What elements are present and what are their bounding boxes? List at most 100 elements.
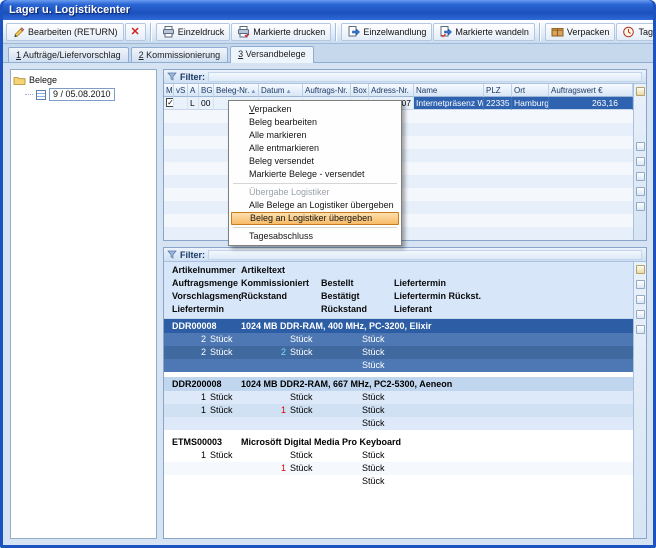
article-item[interactable]: ETMS00003 Microsöft Digital Media Pro Ke… xyxy=(164,435,633,488)
top-filter-field[interactable] xyxy=(208,72,642,82)
top-filter-bar[interactable]: Filter: xyxy=(164,70,646,84)
menu-item-beleg-versendet[interactable]: Beleg versendet xyxy=(231,155,399,168)
hdr-artikelnummer: Artikelnummer xyxy=(172,264,241,277)
package-box-icon xyxy=(551,26,564,37)
cell-bg: 00 xyxy=(199,97,214,110)
hdr-lieferant: Lieferant xyxy=(394,303,633,316)
menu-item-markierte-belege-versendet[interactable]: Markierte Belege - versendet xyxy=(231,168,399,181)
grid-tool-icon[interactable] xyxy=(636,202,645,211)
menu-item-alle-belege-an-logistiker[interactable]: Alle Belege an Logistiker übergeben xyxy=(231,199,399,212)
article-item[interactable]: DDR00008 1024 MB DDR-RAM, 400 MHz, PC-32… xyxy=(164,319,633,372)
col-adress-nr[interactable]: Adress-Nr. xyxy=(369,84,414,97)
col-datum[interactable]: Datum▲ xyxy=(259,84,303,97)
print-marked-label: Markierte drucken xyxy=(253,27,325,37)
col-auftrags-nr[interactable]: Auftrags-Nr.▲ xyxy=(303,84,351,97)
hdr-rueckstand2: Rückstand xyxy=(321,303,394,316)
grid-tool-icon[interactable] xyxy=(636,187,645,196)
hdr-kommissioniert: Kommissioniert xyxy=(241,277,321,290)
article-data-row[interactable]: 1Stück 1Stück Stück xyxy=(164,404,633,417)
menu-item-tagesabschluss[interactable]: Tagesabschluss xyxy=(231,230,399,243)
tree-child-label: 9 / 05.08.2010 xyxy=(49,88,115,101)
col-box[interactable]: Box xyxy=(351,84,369,97)
top-grid-header: M vS A BG Beleg-Nr.▲ Datum▲ Auftrags-Nr.… xyxy=(164,84,633,97)
article-data-row[interactable]: 1Stück Stück Stück xyxy=(164,391,633,404)
article-title-row[interactable]: DDR00008 1024 MB DDR-RAM, 400 MHz, PC-32… xyxy=(164,319,633,333)
article-text: 1024 MB DDR-RAM, 400 MHz, PC-3200, Elixi… xyxy=(241,319,633,333)
col-vs[interactable]: vS xyxy=(174,84,188,97)
grid-tool-icon[interactable] xyxy=(636,142,645,151)
grid-tool-icon[interactable] xyxy=(636,157,645,166)
article-number: DDR200008 xyxy=(172,377,241,391)
grid-customize-icon[interactable] xyxy=(636,87,645,96)
menu-item-alle-markieren[interactable]: Alle markieren xyxy=(231,129,399,142)
menu-item-beleg-bearbeiten[interactable]: Beleg bearbeiten xyxy=(231,116,399,129)
tree-node-document-9[interactable]: 9 / 05.08.2010 xyxy=(25,88,154,101)
col-m[interactable]: M xyxy=(164,84,174,97)
tab-kommissionierung[interactable]: 2 Kommissionierung xyxy=(131,47,229,62)
col-name[interactable]: Name xyxy=(414,84,484,97)
article-data-row[interactable]: Stück xyxy=(164,359,633,372)
menu-item-verpacken[interactable]: Verpacken xyxy=(231,103,399,116)
tree-node-belege[interactable]: Belege xyxy=(13,73,154,86)
convert-marked-button[interactable]: Markierte wandeln xyxy=(433,23,535,41)
edit-button[interactable]: Bearbeiten (RETURN) xyxy=(6,23,124,41)
col-bg[interactable]: BG xyxy=(199,84,214,97)
article-text: Microsöft Digital Media Pro Keyboard xyxy=(241,435,633,449)
article-number: DDR00008 xyxy=(172,319,241,333)
convert-marked-icon xyxy=(439,26,452,38)
hdr-liefertermin2: Liefertermin xyxy=(172,303,241,316)
article-title-row[interactable]: DDR200008 1024 MB DDR2-RAM, 667 MHz, PC2… xyxy=(164,377,633,391)
title-bar[interactable]: Lager u. Logistikcenter xyxy=(3,0,653,20)
col-a[interactable]: A xyxy=(188,84,199,97)
folder-icon xyxy=(13,75,26,85)
menu-item-beleg-an-logistiker[interactable]: Beleg an Logistiker übergeben xyxy=(231,212,399,225)
col-auftragswert[interactable]: Auftragswert € xyxy=(549,84,633,97)
delete-button[interactable]: ✕ xyxy=(125,23,146,41)
window-title: Lager u. Logistikcenter xyxy=(9,4,130,16)
grid-tool-icon[interactable] xyxy=(636,295,645,304)
document-tree: Belege 9 / 05.08.2010 xyxy=(10,69,157,539)
single-print-button[interactable]: Einzeldruck xyxy=(156,23,231,41)
delete-x-icon: ✕ xyxy=(131,27,140,37)
hdr-artikeltext: Artikeltext xyxy=(241,264,321,277)
grid-tool-icon[interactable] xyxy=(636,280,645,289)
day-closing-label: Tagesabschluss xyxy=(638,27,653,37)
article-data-row[interactable]: 1Stück Stück xyxy=(164,462,633,475)
grid-customize-icon[interactable] xyxy=(636,265,645,274)
tab-versandbelege[interactable]: 3 Versandbelege xyxy=(230,46,314,63)
article-data-row[interactable]: 1Stück Stück Stück xyxy=(164,449,633,462)
single-convert-button[interactable]: Einzelwandlung xyxy=(341,23,432,41)
pack-button[interactable]: Verpacken xyxy=(545,23,616,41)
article-item[interactable]: DDR200008 1024 MB DDR2-RAM, 667 MHz, PC2… xyxy=(164,377,633,430)
bottom-filter-bar[interactable]: Filter: xyxy=(164,248,646,262)
day-closing-button[interactable]: Tagesabschluss xyxy=(616,23,653,41)
print-marked-button[interactable]: Markierte drucken xyxy=(231,23,331,41)
cell-ort: Hamburg xyxy=(512,97,549,110)
convert-document-icon xyxy=(347,26,360,38)
hdr-liefertermin: Liefertermin xyxy=(394,277,633,290)
col-ort[interactable]: Ort xyxy=(512,84,549,97)
tab-auftraege-liefervorschlag[interactable]: 1 Aufträge/Liefervorschlag xyxy=(8,47,129,62)
col-beleg-nr[interactable]: Beleg-Nr.▲ xyxy=(214,84,259,97)
article-data-row[interactable]: 2Stück 2Stück Stück xyxy=(164,346,633,359)
grid-tool-icon[interactable] xyxy=(636,325,645,334)
article-data-row[interactable]: 2Stück Stück Stück xyxy=(164,333,633,346)
cell-a: L xyxy=(188,97,199,110)
cell-vs xyxy=(174,97,188,110)
cell-marked[interactable]: ✓ xyxy=(164,97,174,110)
grid-tool-icon[interactable] xyxy=(636,172,645,181)
article-data-row[interactable]: Stück xyxy=(164,475,633,488)
article-number: ETMS00003 xyxy=(172,435,241,449)
article-data-row[interactable]: Stück xyxy=(164,417,633,430)
grid-tool-icon[interactable] xyxy=(636,310,645,319)
printer-marked-icon xyxy=(237,26,250,38)
tree-root-label: Belege xyxy=(29,75,57,85)
sort-asc-icon: ▲ xyxy=(286,89,292,95)
hdr-bestaetigt: Bestätigt xyxy=(321,290,394,303)
bottom-filter-field[interactable] xyxy=(208,250,642,260)
menu-item-alle-entmarkieren[interactable]: Alle entmarkieren xyxy=(231,142,399,155)
article-title-row[interactable]: ETMS00003 Microsöft Digital Media Pro Ke… xyxy=(164,435,633,449)
col-plz[interactable]: PLZ xyxy=(484,84,512,97)
cell-auftragswert: 263,16 xyxy=(549,97,633,110)
marked-checkbox[interactable]: ✓ xyxy=(166,98,174,107)
